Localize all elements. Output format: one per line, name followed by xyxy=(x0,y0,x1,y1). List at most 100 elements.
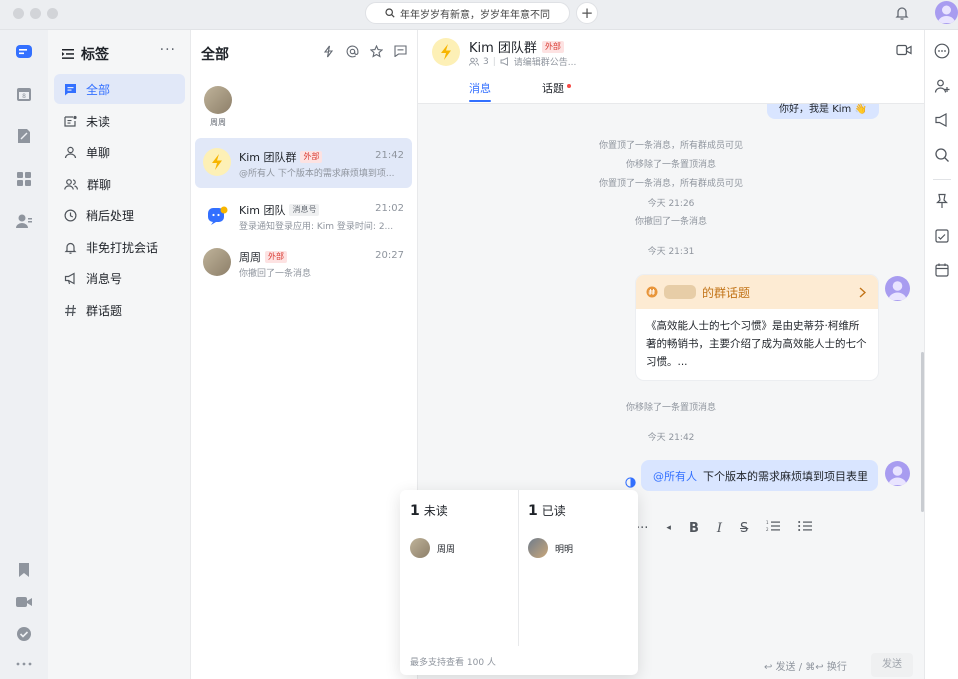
lightning-icon[interactable] xyxy=(321,44,335,58)
tag-item-direct[interactable]: 单聊 xyxy=(54,137,185,167)
avatar[interactable] xyxy=(885,461,910,486)
topic-card-header: 的群话题 xyxy=(636,275,878,309)
window-zoom-button[interactable] xyxy=(47,8,58,19)
tag-item-not-muted[interactable]: 非免打扰会话 xyxy=(54,232,185,262)
clock-icon xyxy=(64,208,77,222)
mention-all[interactable]: @所有人 xyxy=(653,468,697,484)
conversation-preview: 登录通知登录应用: Kim 登录时间: 2... xyxy=(239,222,394,232)
add-button[interactable]: + xyxy=(576,2,598,24)
pin-icon[interactable] xyxy=(933,192,951,210)
topic-card[interactable]: 的群话题 《高效能人士的七个习惯》是由史蒂芬·柯维所著的畅销书，主要介绍了成为高… xyxy=(636,275,878,380)
svg-text:2: 2 xyxy=(766,527,769,532)
window-minimize-button[interactable] xyxy=(30,8,41,19)
popup-footer: 最多支持查看 100 人 xyxy=(410,658,496,668)
tag-item-label: 非免打扰会话 xyxy=(86,240,159,255)
video-call-icon[interactable] xyxy=(896,44,912,59)
docs-icon[interactable] xyxy=(14,126,34,146)
strikethrough-icon[interactable]: S xyxy=(740,521,748,536)
system-message: 你置顶了一条消息，所有群成员可见 xyxy=(598,141,743,151)
unread-dot xyxy=(567,84,571,88)
workplace-icon[interactable] xyxy=(14,169,34,189)
bullet-list-icon[interactable] xyxy=(798,520,813,536)
avatar[interactable] xyxy=(885,276,910,301)
mention-icon[interactable] xyxy=(345,44,359,58)
messenger-icon[interactable] xyxy=(14,42,34,62)
pinned-contact-name: 周周 xyxy=(210,118,226,127)
tag-item-group[interactable]: 群聊 xyxy=(54,169,185,199)
conversation-name: Kim 团队 xyxy=(239,204,286,217)
read-count: 1 xyxy=(528,503,538,519)
tag-item-official[interactable]: 消息号 xyxy=(54,263,185,293)
chat-title-row: Kim 团队群 外部 xyxy=(469,37,564,56)
tag-panel: 标签 ··· 全部 未读 单聊 群聊 稍后处理 非免打扰会话 消息号 群话题 xyxy=(48,30,191,679)
tag-item-all[interactable]: 全部 xyxy=(54,74,185,104)
task-board-icon[interactable] xyxy=(933,227,951,245)
hashtag-icon xyxy=(65,304,76,316)
editor-toolbar: ··· ◂ B I S 12 xyxy=(636,520,813,536)
hashtag-badge-icon xyxy=(646,286,658,298)
tag-item-label: 未读 xyxy=(86,114,111,129)
calendar-icon[interactable]: 8 xyxy=(14,84,34,104)
send-hint: ↩ 发送 / ⌘↩ 换行 xyxy=(764,662,847,673)
chat-title[interactable]: Kim 团队群 xyxy=(469,37,537,56)
italic-icon[interactable]: I xyxy=(717,521,722,536)
collapse-icon[interactable]: ◂ xyxy=(666,523,671,533)
pinned-contact[interactable]: 周周 xyxy=(203,86,233,128)
send-button[interactable]: 发送 xyxy=(871,653,913,677)
tag-panel-header: 标签 xyxy=(62,44,109,64)
unread-label: 未读 xyxy=(423,504,448,518)
lightning-avatar-icon xyxy=(432,38,460,66)
conversation-name: Kim 团队群 xyxy=(239,151,297,164)
user-avatar[interactable] xyxy=(935,1,958,24)
tab-messages[interactable]: 消息 xyxy=(469,80,491,96)
video-meeting-icon[interactable] xyxy=(14,592,34,612)
search-icon[interactable] xyxy=(933,146,951,164)
conversation-item[interactable]: Kim 团队 消息号 21:02 登录通知登录应用: Kim 登录时间: 2... xyxy=(195,191,412,241)
conversation-name-row: 周周 外部 xyxy=(239,249,287,265)
user-name: 周周 xyxy=(437,544,456,555)
read-label: 已读 xyxy=(541,504,566,518)
message-bubble[interactable]: @所有人 下个版本的需求麻烦填到项目表里 xyxy=(641,460,878,491)
user-name: 明明 xyxy=(555,544,574,555)
global-search-box[interactable]: 年年岁岁有新意，岁岁年年意不同 xyxy=(365,2,570,24)
read-status-icon[interactable] xyxy=(625,477,636,491)
bookmark-icon[interactable] xyxy=(14,560,34,580)
tag-item-label: 稍后处理 xyxy=(86,208,135,223)
tag-item-later[interactable]: 稍后处理 xyxy=(54,200,185,230)
announcement-text[interactable]: 请编辑群公告... xyxy=(514,55,577,68)
calendar-icon[interactable] xyxy=(933,261,951,279)
ordered-list-icon[interactable]: 12 xyxy=(766,520,781,536)
search-icon xyxy=(385,8,395,18)
unread-user[interactable]: 周周 xyxy=(410,538,455,558)
tag-item-topics[interactable]: 群话题 xyxy=(54,295,185,325)
member-count[interactable]: 3 xyxy=(483,57,489,67)
unread-count-row: 1 未读 xyxy=(410,502,448,519)
avatar xyxy=(410,538,430,558)
tag-item-unread[interactable]: 未读 xyxy=(54,106,185,136)
tag-more-button[interactable]: ··· xyxy=(160,42,176,58)
app-nav-rail: 8 xyxy=(0,30,48,679)
add-member-icon[interactable] xyxy=(933,77,951,95)
message-bubble[interactable]: 你好，我是 Kim 👋 xyxy=(767,104,879,119)
conversation-time: 20:27 xyxy=(375,250,404,261)
contacts-icon[interactable] xyxy=(14,211,34,231)
bold-icon[interactable]: B xyxy=(689,521,699,536)
more-options-icon[interactable] xyxy=(933,42,951,60)
plus-icon: + xyxy=(580,4,594,22)
unread-icon xyxy=(64,115,77,127)
chat-list-tools xyxy=(321,44,407,58)
message-filter-icon[interactable] xyxy=(393,44,407,58)
announcement-icon[interactable] xyxy=(933,111,951,129)
chat-subtitle: 3 | 请编辑群公告... xyxy=(469,55,576,68)
more-apps-icon[interactable] xyxy=(14,654,34,674)
conversation-item[interactable]: 周周 外部 20:27 你撤回了一条消息 xyxy=(195,238,412,288)
tab-topics[interactable]: 话题 xyxy=(542,80,564,96)
conversation-item[interactable]: Kim 团队群 外部 21:42 @所有人 下个版本的需求麻烦填到项... xyxy=(195,138,412,188)
unread-count: 1 xyxy=(410,503,420,519)
window-close-button[interactable] xyxy=(13,8,24,19)
system-message: 你移除了一条置顶消息 xyxy=(625,160,716,170)
notification-bell-icon[interactable] xyxy=(893,4,911,22)
read-user[interactable]: 明明 xyxy=(528,538,573,558)
approval-icon[interactable] xyxy=(14,624,34,644)
star-icon[interactable] xyxy=(369,44,383,58)
